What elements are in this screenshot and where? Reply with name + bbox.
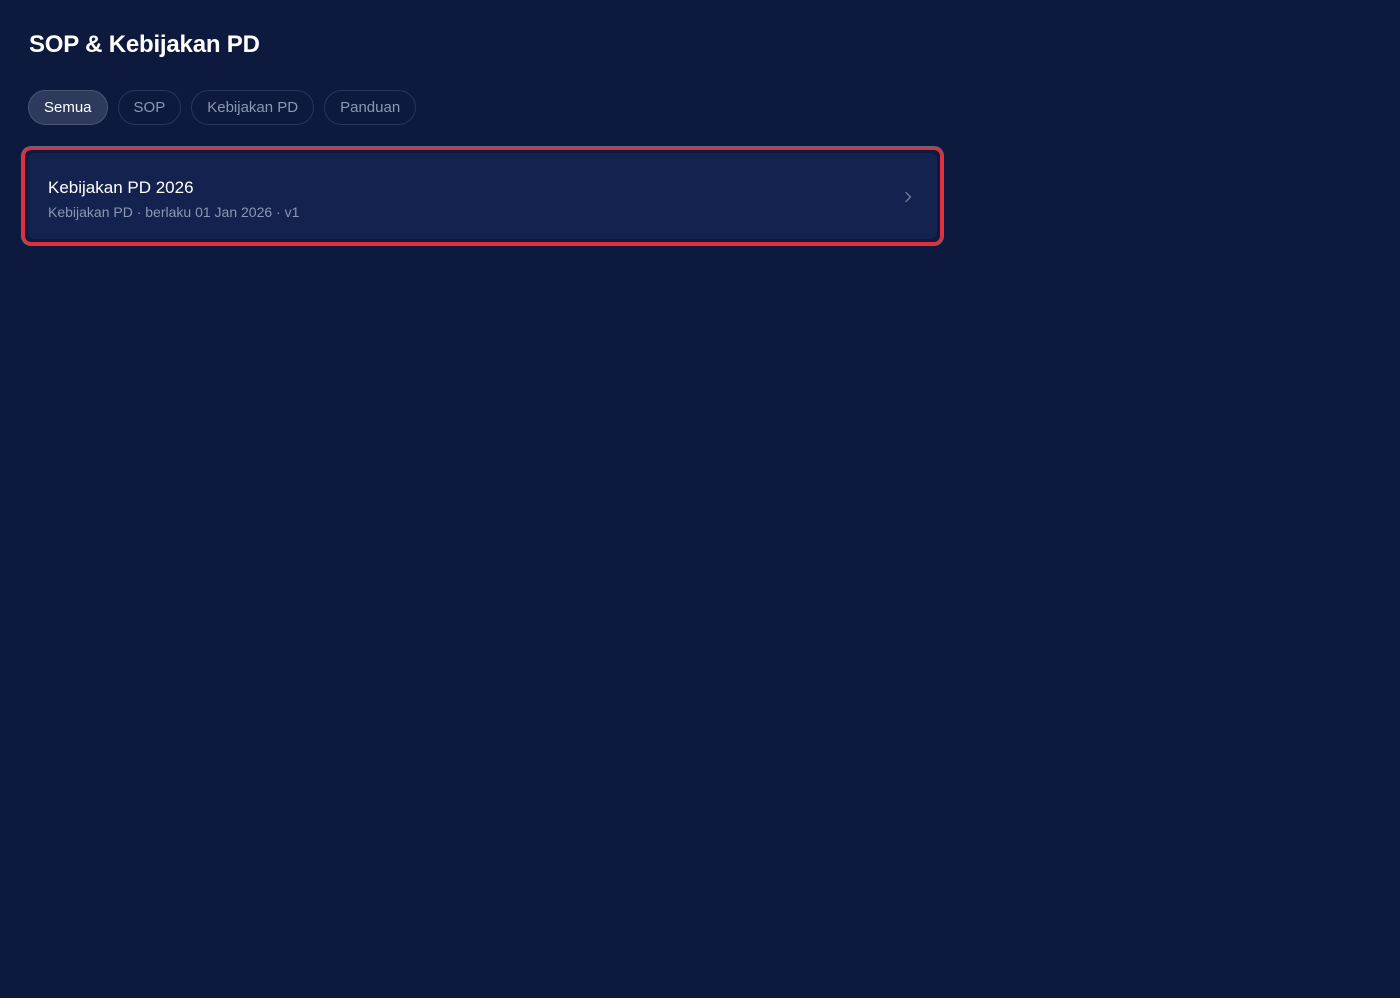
document-title: Kebijakan PD 2026 [48, 178, 194, 197]
page: SOP & Kebijakan PD Semua SOP Kebijakan P… [0, 0, 1400, 998]
document-card[interactable]: Kebijakan PD 2026 Kebijakan PD · berlaku… [28, 153, 937, 239]
document-meta: Kebijakan PD · berlaku 01 Jan 2026 · v1 [48, 204, 300, 220]
tab-semua[interactable]: Semua [28, 90, 108, 125]
filter-tabs: Semua SOP Kebijakan PD Panduan [28, 90, 417, 125]
document-list: Kebijakan PD 2026 Kebijakan PD · berlaku… [22, 147, 943, 245]
chevron-right-icon [905, 191, 912, 203]
tab-kebijakan-pd[interactable]: Kebijakan PD [191, 90, 315, 125]
page-title: SOP & Kebijakan PD [29, 31, 260, 58]
tab-sop[interactable]: SOP [117, 90, 182, 125]
tab-panduan[interactable]: Panduan [324, 90, 417, 125]
